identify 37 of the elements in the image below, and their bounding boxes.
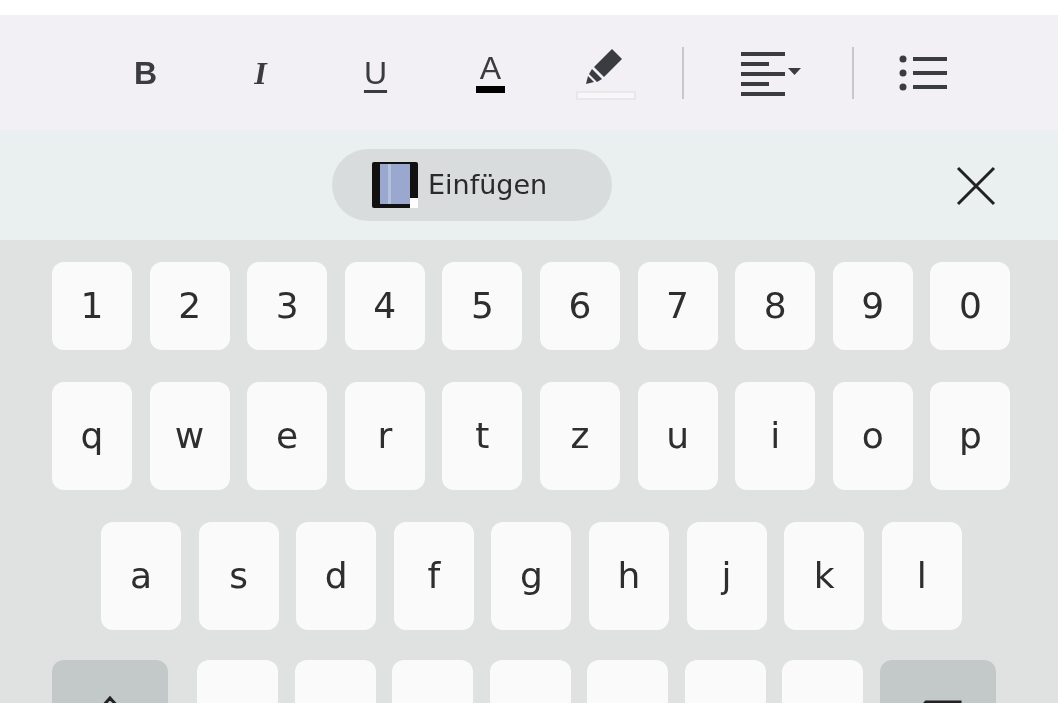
keyboard-key[interactable]: u [637, 382, 718, 490]
keyboard-key[interactable]: o [832, 382, 913, 490]
keyboard-key[interactable]: 1 [52, 262, 132, 350]
italic-button[interactable]: I [254, 56, 267, 89]
keyboard-key[interactable]: q [52, 382, 132, 490]
text-color-button[interactable]: A [475, 52, 506, 93]
keyboard-key[interactable]: z [539, 382, 620, 490]
keyboard-key[interactable]: r [344, 382, 425, 490]
keyboard-key[interactable]: 9 [832, 262, 913, 350]
keyboard-key[interactable]: t [442, 382, 523, 490]
image-thumbnail-icon [372, 162, 418, 208]
keyboard-key[interactable]: a [101, 522, 181, 630]
keyboard-key[interactable]: h [588, 522, 669, 630]
keyboard-key[interactable]: i [735, 382, 816, 490]
keyboard-key[interactable]: s [198, 522, 279, 630]
keyboard-key[interactable]: 6 [539, 262, 620, 350]
keyboard-key[interactable]: l [881, 522, 962, 630]
keyboard-key[interactable]: 7 [637, 262, 718, 350]
keyboard-key[interactable]: 3 [247, 262, 328, 350]
keyboard-key[interactable]: e [247, 382, 328, 490]
keyboard-key[interactable]: 4 [344, 262, 425, 350]
keyboard-key[interactable]: d [296, 522, 377, 630]
bold-button[interactable]: B [133, 56, 158, 89]
paste-chip[interactable]: Einfügen [332, 149, 612, 221]
keyboard-key[interactable]: 0 [930, 262, 1011, 350]
keyboard-key[interactable]: f [393, 522, 474, 630]
keyboard-key[interactable]: p [930, 382, 1011, 490]
close-button[interactable] [955, 165, 997, 207]
keyboard-key[interactable]: w [149, 382, 230, 490]
align-left-icon[interactable] [740, 49, 801, 96]
underline-button[interactable]: U [363, 56, 388, 89]
keyboard-key[interactable]: k [784, 522, 865, 630]
keyboard-key[interactable]: 8 [735, 262, 816, 350]
keyboard-key[interactable]: 5 [442, 262, 523, 350]
keyboard-key[interactable]: 2 [149, 262, 230, 350]
keyboard-key[interactable]: g [491, 522, 572, 630]
keyboard-key[interactable]: j [686, 522, 767, 630]
